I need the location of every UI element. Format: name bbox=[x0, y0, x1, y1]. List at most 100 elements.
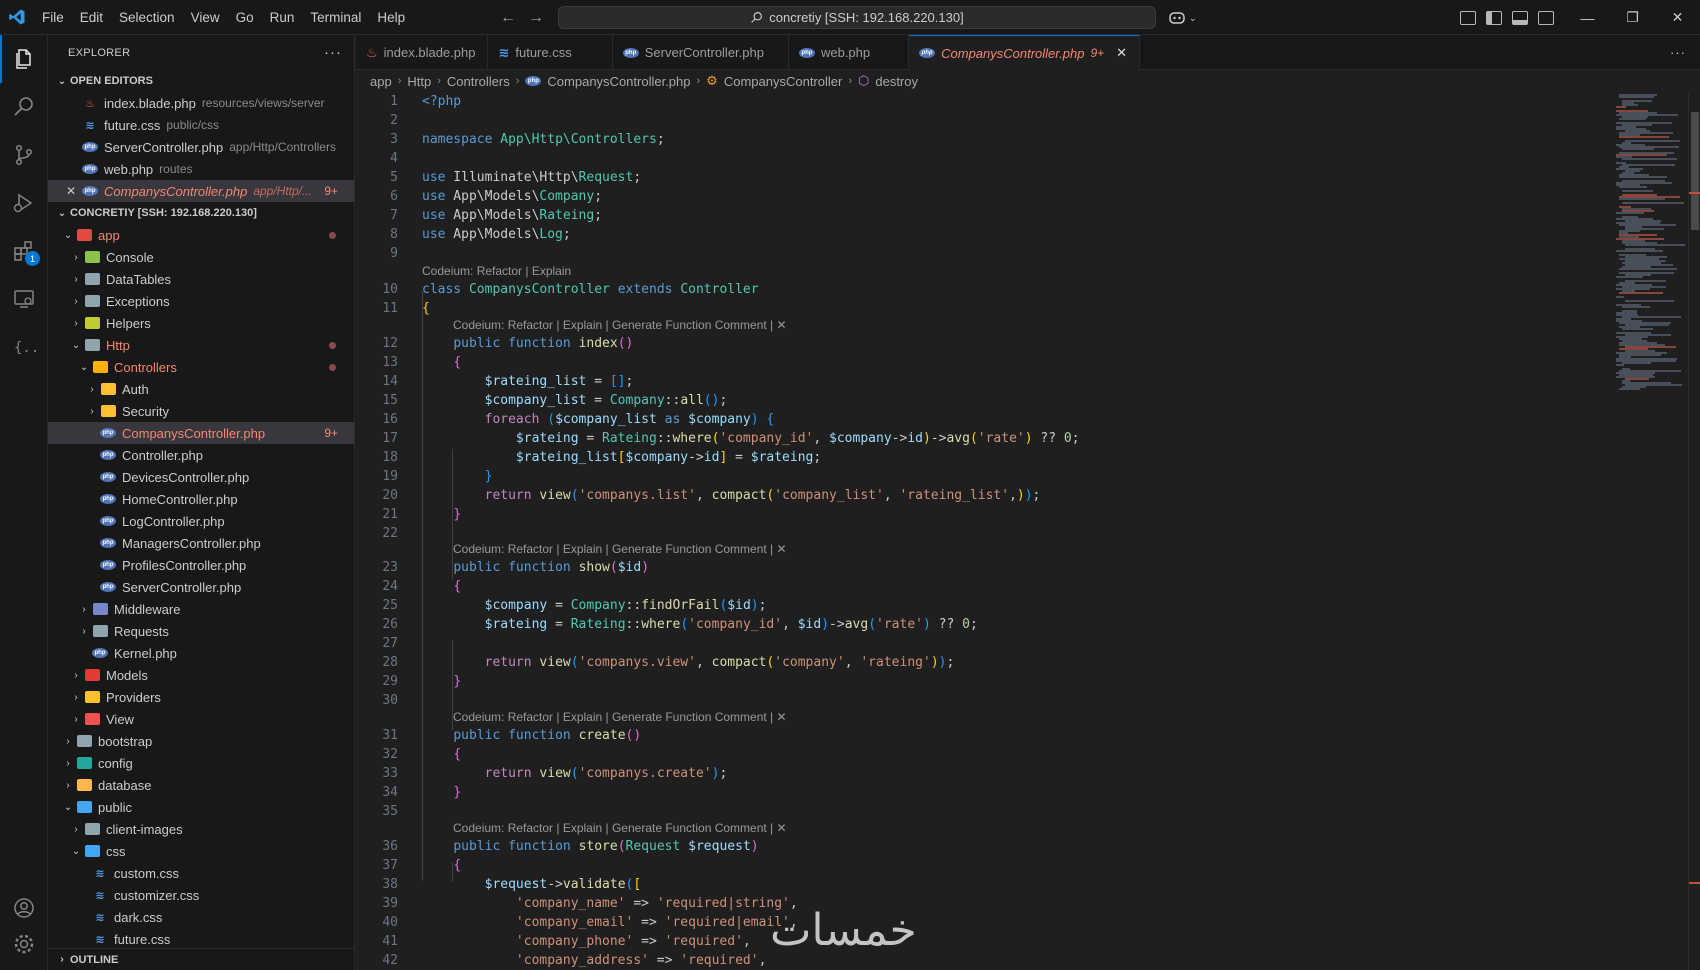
extensions-icon[interactable]: 1 bbox=[0, 227, 48, 275]
customize-layout-icon[interactable] bbox=[1460, 10, 1476, 25]
tab-server-controller[interactable]: php ServerController.php bbox=[613, 35, 789, 70]
tab-companys-controller[interactable]: php CompanysController.php 9+ ✕ bbox=[909, 35, 1141, 70]
tree-file[interactable]: php ProfilesController.php bbox=[48, 554, 354, 576]
tree-file[interactable]: ≋ future.css bbox=[48, 928, 354, 950]
scrollbar-thumb[interactable] bbox=[1691, 112, 1699, 230]
tree-file[interactable]: php LogController.php bbox=[48, 510, 354, 532]
toggle-panel-icon[interactable] bbox=[1512, 10, 1528, 25]
tree-folder-app[interactable]: ⌄ app bbox=[48, 224, 354, 246]
close-tab-icon[interactable]: ✕ bbox=[1116, 45, 1127, 61]
close-editor-icon[interactable]: ✕ bbox=[66, 184, 82, 198]
tree-file[interactable]: php DevicesController.php bbox=[48, 466, 354, 488]
search-icon[interactable] bbox=[0, 83, 48, 131]
tree-folder[interactable]: › View bbox=[48, 708, 354, 730]
toggle-secondary-sidebar-icon[interactable] bbox=[1538, 10, 1554, 25]
codelens-method[interactable]: Codeium: Refactor | Explain | Generate F… bbox=[453, 542, 787, 556]
tab-index-blade[interactable]: ♨ index.blade.php bbox=[356, 35, 489, 70]
breadcrumb-item[interactable]: Http bbox=[407, 74, 431, 89]
open-editor-item-active[interactable]: ✕ php CompanysController.php app/Http/..… bbox=[48, 180, 354, 202]
toggle-sidebar-icon[interactable] bbox=[1486, 10, 1502, 25]
tab-future-css[interactable]: ≋ future.css bbox=[488, 35, 613, 70]
tree-folder[interactable]: › DataTables bbox=[48, 268, 354, 290]
tree-folder-controllers[interactable]: ⌄ Controllers bbox=[48, 356, 354, 378]
code-editor[interactable]: 1 2 3 4 5 6 7 8 9 10 11 12 13 14 15 16 1… bbox=[356, 92, 1612, 970]
menu-terminal[interactable]: Terminal bbox=[302, 0, 369, 35]
command-center[interactable]: concretiy [SSH: 192.168.220.130] bbox=[558, 6, 1156, 29]
forward-arrow-icon[interactable]: → bbox=[528, 9, 544, 27]
menu-selection[interactable]: Selection bbox=[111, 0, 183, 35]
code-line: { bbox=[422, 301, 430, 316]
tree-folder[interactable]: › Middleware bbox=[48, 598, 354, 620]
tree-folder[interactable]: › Exceptions bbox=[48, 290, 354, 312]
menu-file[interactable]: File bbox=[34, 0, 72, 35]
tree-file[interactable]: php HomeController.php bbox=[48, 488, 354, 510]
tree-file[interactable]: php ServerController.php bbox=[48, 576, 354, 598]
codelens-method[interactable]: Codeium: Refactor | Explain | Generate F… bbox=[453, 821, 787, 835]
open-editors-header[interactable]: ⌄ OPEN EDITORS bbox=[48, 70, 354, 92]
tree-folder[interactable]: › client-images bbox=[48, 818, 354, 840]
tree-folder[interactable]: › database bbox=[48, 774, 354, 796]
more-actions-icon[interactable]: ··· bbox=[1670, 45, 1686, 60]
tree-file[interactable]: php ManagersController.php bbox=[48, 532, 354, 554]
run-debug-icon[interactable] bbox=[0, 179, 48, 227]
close-window-icon[interactable]: ✕ bbox=[1655, 9, 1700, 26]
open-editor-item[interactable]: php web.php routes bbox=[48, 158, 354, 180]
tree-label: custom.css bbox=[114, 865, 180, 881]
breadcrumb-item[interactable]: CompanysController.php bbox=[547, 74, 690, 89]
codelens-method[interactable]: Codeium: Refactor | Explain | Generate F… bbox=[453, 318, 787, 332]
vertical-scrollbar[interactable] bbox=[1688, 92, 1700, 970]
outline-header[interactable]: › OUTLINE bbox=[48, 948, 354, 970]
tree-folder[interactable]: ⌄ public bbox=[48, 796, 354, 818]
tree-file[interactable]: php Kernel.php bbox=[48, 642, 354, 664]
tree-file[interactable]: ≋ customizer.css bbox=[48, 884, 354, 906]
codelens-class[interactable]: Codeium: Refactor | Explain bbox=[422, 264, 571, 278]
tree-file[interactable]: ≋ dark.css bbox=[48, 906, 354, 928]
json-braces-icon[interactable]: {..} bbox=[0, 323, 48, 371]
breadcrumb-item[interactable]: CompanysController bbox=[724, 74, 843, 89]
menu-help[interactable]: Help bbox=[369, 0, 413, 35]
chevron-down-icon[interactable]: ⌄ bbox=[1189, 13, 1197, 24]
tree-file-active[interactable]: php CompanysController.php 9+ bbox=[48, 422, 354, 444]
tree-file[interactable]: php Controller.php bbox=[48, 444, 354, 466]
open-editor-item[interactable]: php ServerController.php app/Http/Contro… bbox=[48, 136, 354, 158]
tree-folder[interactable]: › Security bbox=[48, 400, 354, 422]
remote-explorer-icon[interactable] bbox=[0, 275, 48, 323]
minimap[interactable] bbox=[1612, 92, 1688, 970]
tree-folder[interactable]: › Models bbox=[48, 664, 354, 686]
tree-label: Providers bbox=[106, 689, 161, 705]
minimize-icon[interactable]: — bbox=[1565, 10, 1610, 26]
menu-go[interactable]: Go bbox=[228, 0, 262, 35]
menu-view[interactable]: View bbox=[183, 0, 228, 35]
menu-edit[interactable]: Edit bbox=[72, 0, 111, 35]
workspace-header[interactable]: ⌄ CONCRETIY [SSH: 192.168.220.130] bbox=[48, 202, 354, 224]
tree-folder[interactable]: › bootstrap bbox=[48, 730, 354, 752]
breadcrumb-item[interactable]: destroy bbox=[875, 74, 918, 89]
tab-web[interactable]: php web.php bbox=[789, 35, 910, 70]
back-arrow-icon[interactable]: ← bbox=[500, 9, 516, 27]
menu-run[interactable]: Run bbox=[262, 0, 303, 35]
codelens-method[interactable]: Codeium: Refactor | Explain | Generate F… bbox=[453, 710, 787, 724]
tree-folder[interactable]: ⌄ css bbox=[48, 840, 354, 862]
account-icon[interactable] bbox=[0, 884, 48, 932]
tree-folder[interactable]: › Helpers bbox=[48, 312, 354, 334]
command-center-label: concretiy [SSH: 192.168.220.130] bbox=[769, 10, 964, 25]
more-actions-icon[interactable]: ··· bbox=[324, 44, 342, 61]
open-editor-item[interactable]: ≋ future.css public/css bbox=[48, 114, 354, 136]
tree-file[interactable]: ≋ custom.css bbox=[48, 862, 354, 884]
manage-gear-icon[interactable] bbox=[0, 932, 48, 970]
tree-folder[interactable]: › Requests bbox=[48, 620, 354, 642]
restore-icon[interactable]: ❐ bbox=[1610, 9, 1655, 26]
breadcrumb-item[interactable]: Controllers bbox=[447, 74, 510, 89]
open-editor-item[interactable]: ♨ index.blade.php resources/views/server bbox=[48, 92, 354, 114]
explorer-icon[interactable] bbox=[0, 35, 48, 83]
breadcrumb-item[interactable]: app bbox=[370, 74, 392, 89]
tree-folder[interactable]: › Providers bbox=[48, 686, 354, 708]
copilot-icon[interactable]: ⌄ bbox=[1168, 8, 1198, 28]
tree-folder[interactable]: › Auth bbox=[48, 378, 354, 400]
explorer-sidebar: EXPLORER ··· ⌄ OPEN EDITORS ♨ index.blad… bbox=[48, 35, 355, 970]
source-control-icon[interactable] bbox=[0, 131, 48, 179]
tree-folder[interactable]: › Console bbox=[48, 246, 354, 268]
tree-folder[interactable]: › config bbox=[48, 752, 354, 774]
line-number: 3 bbox=[390, 132, 398, 147]
tree-folder-http[interactable]: ⌄ Http bbox=[48, 334, 354, 356]
